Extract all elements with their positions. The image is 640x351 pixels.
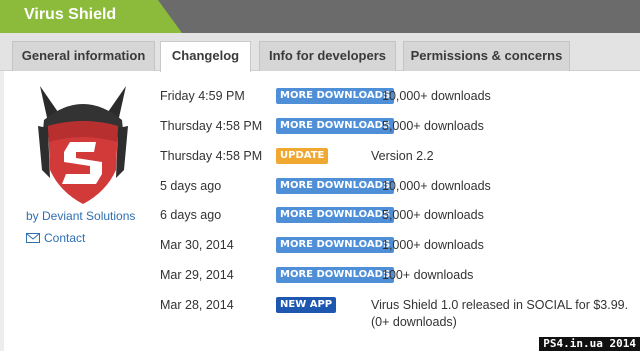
changelog-date: Mar 30, 2014 xyxy=(160,238,234,252)
tab-permissions-concerns[interactable]: Permissions & concerns xyxy=(403,41,570,71)
changelog-date: Mar 29, 2014 xyxy=(160,268,234,282)
changelog-date: 6 days ago xyxy=(160,208,222,222)
more-downloads-badge: MORE DOWNLOADS xyxy=(276,118,395,134)
changelog-text: Version 2.2 xyxy=(371,149,434,163)
more-downloads-badge: MORE DOWNLOADS xyxy=(276,207,395,223)
update-badge: UPDATE xyxy=(276,148,329,164)
changelog-text: 5,000+ downloads xyxy=(382,119,484,133)
changelog-date: Friday 4:59 PM xyxy=(160,89,245,103)
app-title: Virus Shield xyxy=(24,6,117,23)
changelog-row: 5 days ago MORE DOWNLOADS 10,000+ downlo… xyxy=(0,176,640,200)
changelog-text: 1,000+ downloads xyxy=(382,238,484,252)
changelog-text: 10,000+ downloads xyxy=(382,89,491,103)
more-downloads-badge: MORE DOWNLOADS xyxy=(276,88,395,104)
tab-info-for-developers[interactable]: Info for developers xyxy=(259,41,396,71)
changelog-row: Mar 30, 2014 MORE DOWNLOADS 1,000+ downl… xyxy=(0,235,640,259)
changelog-row: Thursday 4:58 PM UPDATE Version 2.2 xyxy=(0,146,640,170)
tab-general-information[interactable]: General information xyxy=(12,41,155,71)
new-app-badge: NEW APP xyxy=(276,297,337,313)
changelog-row: 6 days ago MORE DOWNLOADS 5,000+ downloa… xyxy=(0,205,640,229)
changelog-row: Mar 28, 2014 NEW APP Virus Shield 1.0 re… xyxy=(0,295,640,335)
changelog-date: Mar 28, 2014 xyxy=(160,298,234,312)
tab-changelog[interactable]: Changelog xyxy=(160,41,251,72)
changelog-date: Thursday 4:58 PM xyxy=(160,119,263,133)
changelog-row: Thursday 4:58 PM MORE DOWNLOADS 5,000+ d… xyxy=(0,116,640,140)
changelog-row: Friday 4:59 PM MORE DOWNLOADS 10,000+ do… xyxy=(0,86,640,110)
changelog-text: Virus Shield 1.0 released in SOCIAL for … xyxy=(371,298,629,329)
changelog-date: Thursday 4:58 PM xyxy=(160,149,263,163)
more-downloads-badge: MORE DOWNLOADS xyxy=(276,237,395,253)
more-downloads-badge: MORE DOWNLOADS xyxy=(276,178,395,194)
changelog-text: 100+ downloads xyxy=(382,268,474,282)
changelog-row: Mar 29, 2014 MORE DOWNLOADS 100+ downloa… xyxy=(0,265,640,289)
changelog-date: 5 days ago xyxy=(160,179,222,193)
watermark: PS4.in.ua 2014 xyxy=(539,337,640,351)
more-downloads-badge: MORE DOWNLOADS xyxy=(276,267,395,283)
changelog-text: 5,000+ downloads xyxy=(382,208,484,222)
changelog-text: 10,000+ downloads xyxy=(382,179,491,193)
